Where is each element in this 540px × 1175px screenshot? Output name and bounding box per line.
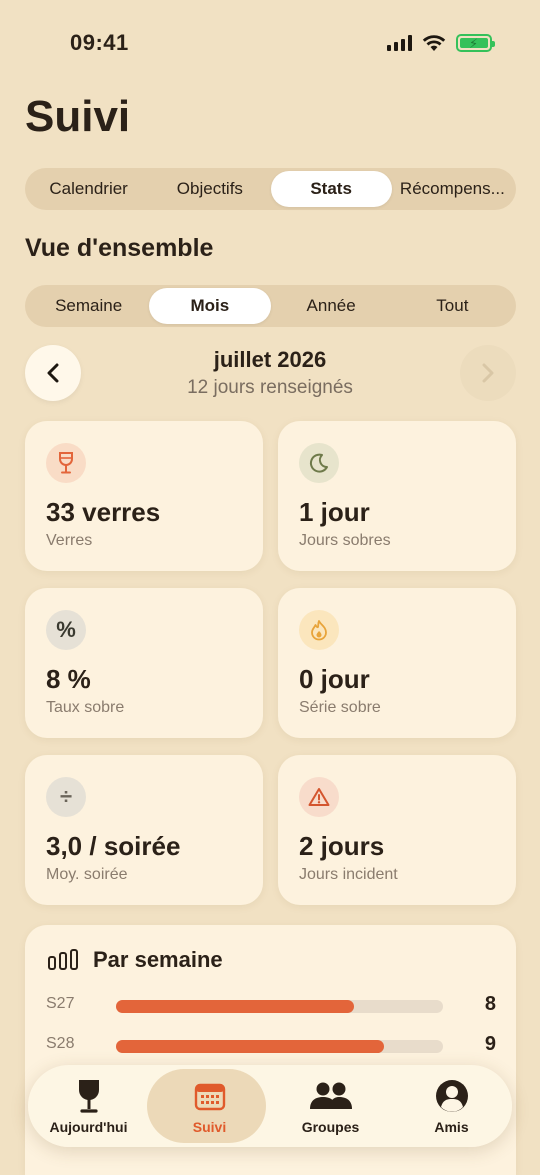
tab-stats[interactable]: Stats bbox=[270, 171, 392, 207]
moon-icon bbox=[299, 443, 339, 483]
stat-label: Jours sobres bbox=[299, 532, 391, 549]
month-title: juillet 2026 bbox=[213, 347, 327, 372]
chevron-right-icon bbox=[482, 363, 494, 383]
stat-card-taux-sobre: % 8 % Taux sobre bbox=[25, 588, 263, 738]
divide-icon: ÷ bbox=[46, 777, 86, 817]
status-time: 09:41 bbox=[70, 30, 129, 55]
wifi-icon bbox=[422, 35, 446, 51]
status-icons: ⚡ bbox=[387, 34, 495, 52]
stat-card-verres: 33 verres Verres bbox=[25, 421, 263, 571]
tab-recompenses[interactable]: Récompens... bbox=[392, 171, 513, 207]
tab-objectifs[interactable]: Objectifs bbox=[149, 171, 270, 207]
tabbar-label: Amis bbox=[434, 1119, 469, 1135]
status-bar: 09:41 ⚡ bbox=[0, 0, 540, 90]
tabbar-label: Aujourd'hui bbox=[49, 1119, 128, 1135]
battery-icon: ⚡ bbox=[456, 34, 495, 52]
tab-annee[interactable]: Année bbox=[271, 288, 392, 324]
stat-value: 0 jour bbox=[299, 664, 370, 694]
next-month-button[interactable] bbox=[460, 345, 516, 401]
stat-label: Taux sobre bbox=[46, 699, 125, 716]
tabbar-amis[interactable]: Amis bbox=[391, 1065, 512, 1147]
week-label: S28 bbox=[46, 1035, 75, 1052]
stat-label: Moy. soirée bbox=[46, 866, 128, 883]
week-row: S28 9 bbox=[46, 1033, 496, 1057]
tabbar-label: Suivi bbox=[192, 1119, 227, 1135]
tab-bar: Aujourd'hui Suivi Groupes Amis bbox=[28, 1065, 512, 1147]
weekly-title: Par semaine bbox=[93, 947, 223, 972]
group-icon bbox=[309, 1077, 353, 1115]
stat-value: 3,0 / soirée bbox=[46, 831, 181, 861]
flame-icon bbox=[299, 610, 339, 650]
tabbar-label: Groupes bbox=[301, 1119, 360, 1135]
week-row: S27 8 bbox=[46, 993, 496, 1017]
week-bar-track bbox=[116, 1040, 443, 1053]
tabbar-aujourdhui[interactable]: Aujourd'hui bbox=[28, 1065, 149, 1147]
signal-icon bbox=[387, 35, 412, 51]
stat-label: Verres bbox=[46, 532, 93, 549]
tabbar-groupes[interactable]: Groupes bbox=[270, 1065, 391, 1147]
stat-value: 1 jour bbox=[299, 497, 370, 527]
section-title: Vue d'ensemble bbox=[25, 234, 214, 262]
bar-chart-icon bbox=[48, 949, 78, 970]
week-bar bbox=[116, 1000, 354, 1013]
tab-tout[interactable]: Tout bbox=[392, 288, 513, 324]
period-tabs: Semaine Mois Année Tout bbox=[25, 285, 516, 327]
stat-label: Série sobre bbox=[299, 699, 381, 716]
week-value: 8 bbox=[484, 993, 496, 1015]
stat-label: Jours incident bbox=[299, 866, 398, 883]
stat-card-serie-sobre: 0 jour Série sobre bbox=[278, 588, 516, 738]
month-subtitle: 12 jours renseignés bbox=[187, 377, 353, 398]
stat-value: 8 % bbox=[46, 664, 91, 694]
page-title: Suivi bbox=[25, 92, 131, 141]
person-icon bbox=[435, 1077, 469, 1115]
calendar-icon bbox=[194, 1077, 226, 1115]
main-tabs: Calendrier Objectifs Stats Récompens... bbox=[25, 168, 516, 210]
wine-glass-icon bbox=[76, 1077, 102, 1115]
week-label: S27 bbox=[46, 995, 75, 1012]
stat-card-jours-incident: 2 jours Jours incident bbox=[278, 755, 516, 905]
tab-semaine[interactable]: Semaine bbox=[28, 288, 149, 324]
stat-value: 2 jours bbox=[299, 831, 385, 861]
week-bar bbox=[116, 1040, 384, 1053]
stat-card-moy-soiree: ÷ 3,0 / soirée Moy. soirée bbox=[25, 755, 263, 905]
tab-mois[interactable]: Mois bbox=[149, 288, 271, 324]
stat-value: 33 verres bbox=[46, 497, 161, 527]
percent-icon: % bbox=[46, 610, 86, 650]
tab-calendrier[interactable]: Calendrier bbox=[28, 171, 149, 207]
warning-icon bbox=[299, 777, 339, 817]
week-value: 9 bbox=[484, 1033, 496, 1055]
stat-card-jours-sobres: 1 jour Jours sobres bbox=[278, 421, 516, 571]
tabbar-suivi[interactable]: Suivi bbox=[147, 1065, 270, 1147]
wine-glass-icon bbox=[46, 443, 86, 483]
week-bar-track bbox=[116, 1000, 443, 1013]
